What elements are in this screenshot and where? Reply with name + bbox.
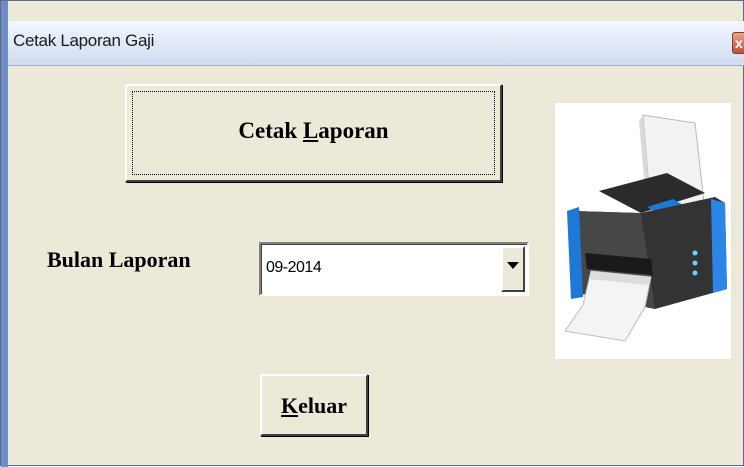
chevron-down-icon bbox=[507, 262, 519, 269]
report-month-label: Bulan Laporan bbox=[47, 247, 191, 272]
print-report-label: Cetak Laporan bbox=[238, 118, 389, 143]
report-month-value: 09-2014 bbox=[266, 259, 322, 276]
close-button[interactable]: x bbox=[732, 32, 744, 54]
title-bar[interactable]: Cetak Laporan Gaji x bbox=[8, 21, 744, 66]
report-month-combobox[interactable]: 09-2014 bbox=[259, 242, 529, 296]
printer-icon bbox=[555, 103, 731, 359]
window-left-edge bbox=[1, 1, 8, 467]
report-month-dropdown-button[interactable] bbox=[501, 246, 525, 292]
exit-label: Keluar bbox=[280, 393, 347, 418]
close-icon: x bbox=[735, 35, 743, 51]
report-window: Cetak Laporan Gaji x Cetak Laporan Bulan… bbox=[0, 0, 744, 467]
window-title: Cetak Laporan Gaji bbox=[13, 31, 155, 50]
print-report-button[interactable]: Cetak Laporan bbox=[125, 84, 502, 182]
exit-button[interactable]: Keluar bbox=[260, 374, 368, 436]
